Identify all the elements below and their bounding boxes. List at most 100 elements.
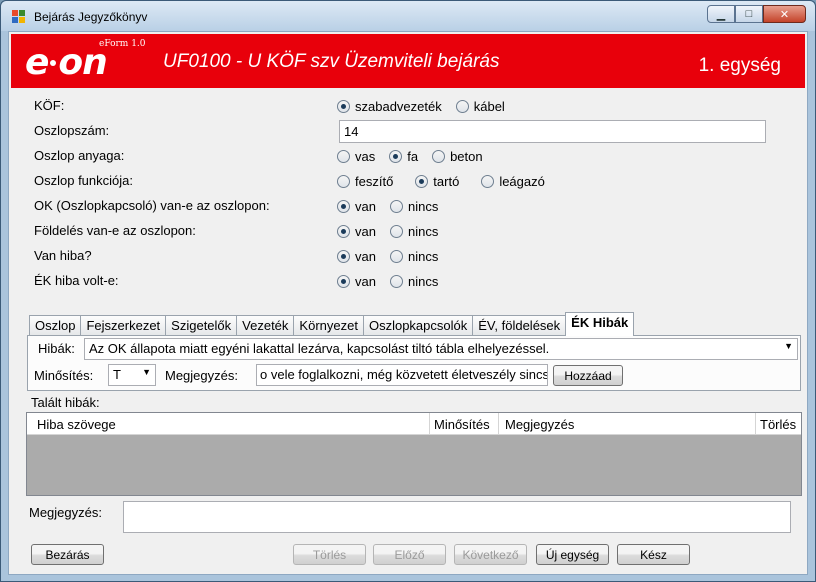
tab-strip: Oszlop Fejszerkezet Szigetelők Vezeték K… bbox=[29, 312, 635, 336]
hiba-radio-van[interactable]: van bbox=[337, 249, 376, 264]
ek-hiba-radio-nincs[interactable]: nincs bbox=[389, 274, 438, 289]
hibak-select[interactable]: Az OK állapota miatt egyéni lakattal lez… bbox=[84, 338, 798, 360]
app-window: Bejárás Jegyzőkönyv ▁ □ ✕ e on eForm 1.0 … bbox=[0, 0, 816, 582]
tab-ek-hibak[interactable]: ÉK Hibák bbox=[565, 312, 635, 336]
radio-dot bbox=[337, 200, 350, 213]
next-button[interactable]: Következő bbox=[454, 544, 527, 565]
radio-dot bbox=[389, 250, 403, 263]
radio-dot bbox=[337, 150, 350, 163]
close-button[interactable]: Bezárás bbox=[31, 544, 104, 565]
anyag-radio-fa[interactable]: fa bbox=[389, 149, 418, 164]
radio-dot bbox=[432, 150, 446, 163]
megjegyzes-label: Megjegyzés: bbox=[29, 505, 102, 520]
ok-radio-nincs[interactable]: nincs bbox=[389, 199, 438, 214]
radio-dot bbox=[389, 200, 403, 213]
window-title: Bejárás Jegyzőkönyv bbox=[34, 10, 148, 24]
radio-label: leágazó bbox=[499, 174, 545, 189]
tab-oszlop[interactable]: Oszlop bbox=[29, 315, 82, 336]
radio-dot bbox=[389, 150, 403, 163]
chevron-down-icon: ▼ bbox=[784, 341, 793, 351]
radio-dot bbox=[337, 275, 350, 288]
funkcio-radio-tarto[interactable]: tartó bbox=[415, 174, 459, 189]
add-button[interactable]: Hozzáad bbox=[553, 365, 623, 386]
funkcio-radio-leagazo[interactable]: leágazó bbox=[481, 174, 545, 189]
radio-dot bbox=[415, 175, 429, 188]
minimize-button[interactable]: ▁ bbox=[707, 5, 735, 23]
column-megjegyzes[interactable]: Megjegyzés bbox=[505, 417, 574, 432]
tab-kornyezet[interactable]: Környezet bbox=[293, 315, 364, 336]
anyag-radio-beton[interactable]: beton bbox=[432, 149, 483, 164]
radio-dot bbox=[337, 100, 350, 113]
radio-label: vas bbox=[355, 149, 376, 164]
funkcio-radio-group: feszítő tartó leágazó bbox=[337, 174, 559, 189]
megjegyzes-textarea[interactable] bbox=[123, 501, 791, 533]
minosites-label: Minősítés: bbox=[34, 368, 94, 383]
radio-label: van bbox=[355, 224, 376, 239]
delete-button[interactable]: Törlés bbox=[293, 544, 366, 565]
kof-radio-kabel[interactable]: kábel bbox=[455, 99, 505, 114]
column-torles[interactable]: Törlés bbox=[760, 417, 796, 432]
app-icon bbox=[12, 10, 26, 24]
tab-vezetek[interactable]: Vezeték bbox=[236, 315, 295, 336]
radio-label: szabadvezeték bbox=[355, 99, 442, 114]
tab-ev-foldelesek[interactable]: ÉV, földelések bbox=[472, 315, 567, 336]
ok-radio-group: van nincs bbox=[337, 199, 452, 214]
anyag-label: Oszlop anyaga: bbox=[34, 148, 125, 163]
radio-label: beton bbox=[450, 149, 483, 164]
hibak-label: Hibák: bbox=[38, 341, 75, 356]
tab-szigetelok[interactable]: Szigetelők bbox=[165, 315, 238, 336]
radio-label: nincs bbox=[407, 224, 439, 239]
tab-fejszerkezet[interactable]: Fejszerkezet bbox=[80, 315, 167, 336]
anyag-radio-group: vas fa beton bbox=[337, 149, 497, 164]
hiba-radio-nincs[interactable]: nincs bbox=[389, 249, 439, 264]
radio-label: van bbox=[355, 249, 376, 264]
radio-dot bbox=[337, 225, 350, 238]
radio-label: tartó bbox=[433, 174, 460, 189]
done-button[interactable]: Kész bbox=[617, 544, 690, 565]
column-divider bbox=[429, 413, 430, 435]
close-window-button[interactable]: ✕ bbox=[763, 5, 806, 23]
minosites-select[interactable]: T ▼ bbox=[108, 364, 156, 386]
eform-version: eForm 1.0 bbox=[99, 39, 146, 49]
column-divider bbox=[755, 413, 756, 435]
foldeles-radio-group: van nincs bbox=[337, 224, 452, 239]
tab-oszlopkapcsolok[interactable]: Oszlopkapcsolók bbox=[362, 315, 474, 336]
radio-dot bbox=[455, 100, 469, 113]
minosites-selected-value: T bbox=[113, 367, 121, 382]
banner-title: UF0100 - U KÖF szv Üzemviteli bejárás bbox=[163, 51, 500, 72]
radio-dot bbox=[389, 275, 403, 288]
foldeles-radio-nincs[interactable]: nincs bbox=[389, 224, 439, 239]
anyag-radio-vas[interactable]: vas bbox=[337, 149, 375, 164]
oszlopszam-input[interactable]: 14 bbox=[339, 120, 766, 143]
title-bar[interactable]: Bejárás Jegyzőkönyv ▁ □ ✕ bbox=[1, 1, 815, 31]
oszlopszam-label: Oszlopszám: bbox=[34, 123, 110, 138]
grid-header: Hiba szövege Minősítés Megjegyzés Törlés bbox=[27, 413, 801, 435]
column-minosites[interactable]: Minősítés bbox=[434, 417, 490, 432]
hiba-radio-group: van nincs bbox=[337, 249, 452, 264]
eon-logo: e on bbox=[25, 42, 108, 83]
logo-text-left: e bbox=[25, 42, 49, 83]
ek-hiba-label: ÉK hiba volt-e: bbox=[34, 273, 119, 288]
radio-dot bbox=[337, 250, 350, 263]
foldeles-radio-van[interactable]: van bbox=[337, 224, 376, 239]
kof-radio-group: szabadvezeték kábel bbox=[337, 99, 519, 114]
radio-dot bbox=[389, 225, 403, 238]
column-divider bbox=[498, 413, 499, 435]
new-unit-button[interactable]: Új egység bbox=[536, 544, 609, 565]
ek-hiba-radio-van[interactable]: van bbox=[337, 274, 376, 289]
radio-label: nincs bbox=[407, 249, 439, 264]
found-errors-grid[interactable]: Hiba szövege Minősítés Megjegyzés Törlés bbox=[26, 412, 802, 496]
maximize-button[interactable]: □ bbox=[735, 5, 763, 23]
found-errors-label: Talált hibák: bbox=[31, 395, 100, 410]
funkcio-radio-feszito[interactable]: feszítő bbox=[337, 174, 393, 189]
banner: e on eForm 1.0 UF0100 - U KÖF szv Üzemvit… bbox=[11, 34, 805, 88]
ek-hiba-radio-group: van nincs bbox=[337, 274, 452, 289]
kof-radio-szabadvezetek[interactable]: szabadvezeték bbox=[337, 99, 442, 114]
radio-label: kábel bbox=[473, 99, 505, 114]
column-hiba-szovege[interactable]: Hiba szövege bbox=[37, 417, 116, 432]
kof-label: KÖF: bbox=[34, 98, 65, 113]
panel-megjegyzes-input[interactable]: o vele foglalkozni, még közvetett életve… bbox=[256, 364, 548, 386]
previous-button[interactable]: Előző bbox=[373, 544, 446, 565]
ok-label: OK (Oszlopkapcsoló) van-e az oszlopon: bbox=[34, 198, 270, 213]
ok-radio-van[interactable]: van bbox=[337, 199, 376, 214]
